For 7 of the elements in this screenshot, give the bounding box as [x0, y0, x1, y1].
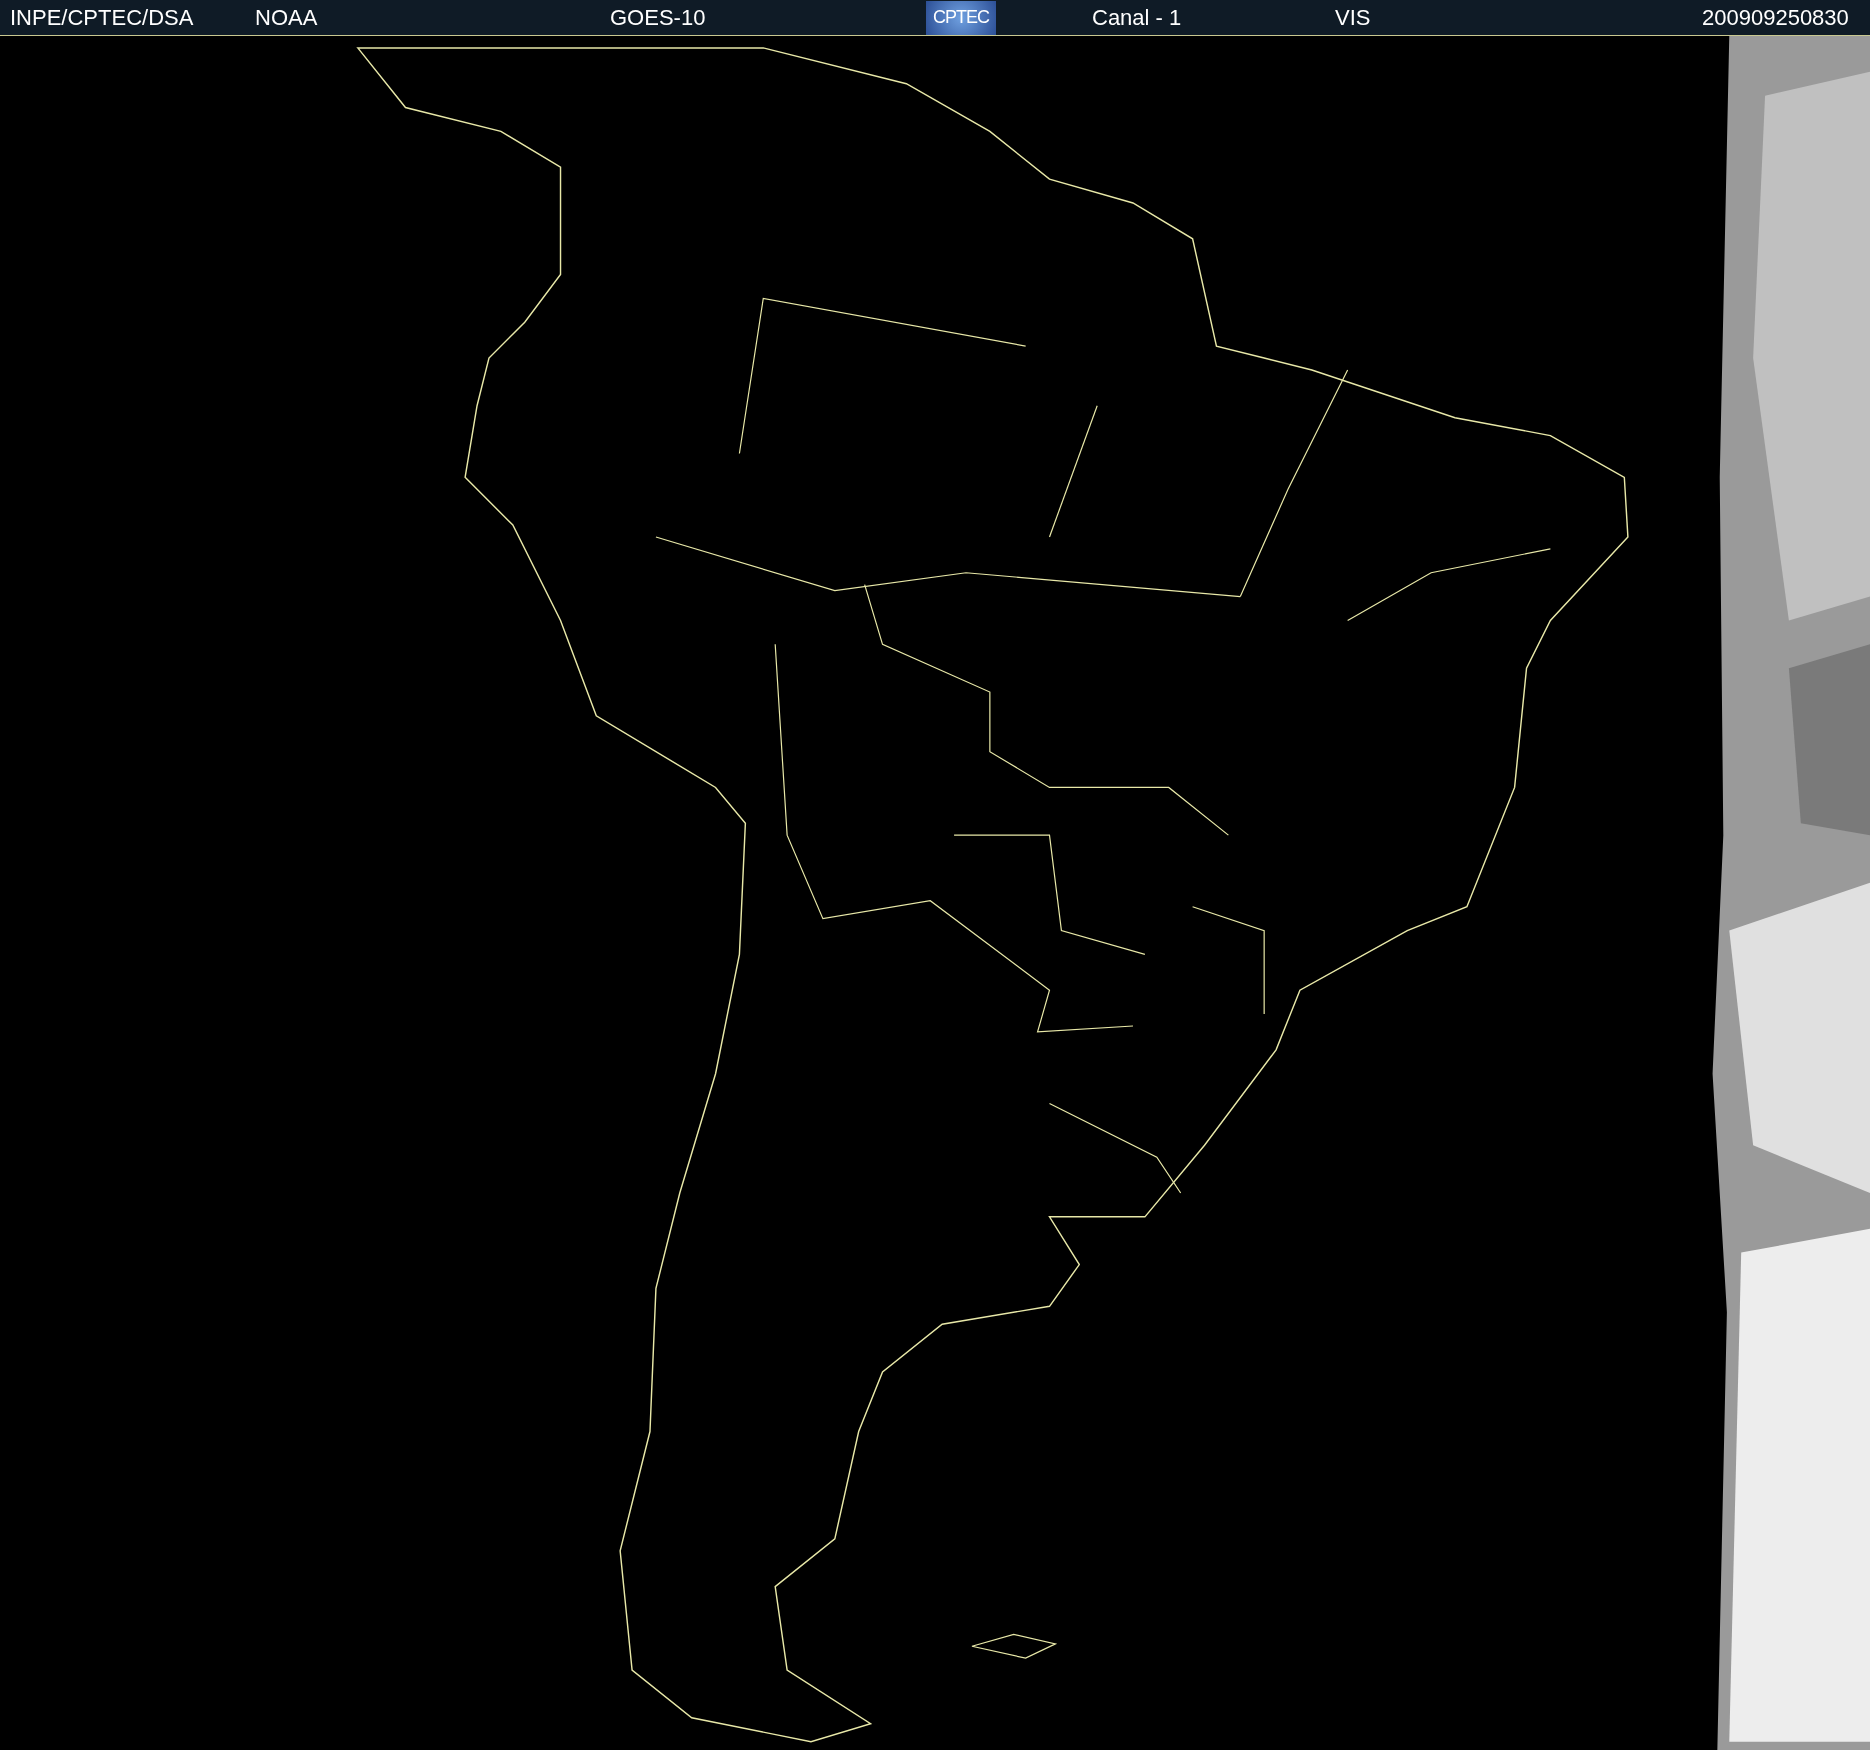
- logo: CPTEC: [926, 0, 996, 35]
- source-label: INPE/CPTEC/DSA: [9, 4, 195, 31]
- agency-label: NOAA: [255, 4, 319, 31]
- band-label: VIS: [1335, 4, 1372, 31]
- timestamp-label: 200909250830: [1702, 4, 1850, 31]
- channel-label: Canal - 1: [1092, 4, 1183, 31]
- satellite-label: GOES-10: [610, 4, 707, 31]
